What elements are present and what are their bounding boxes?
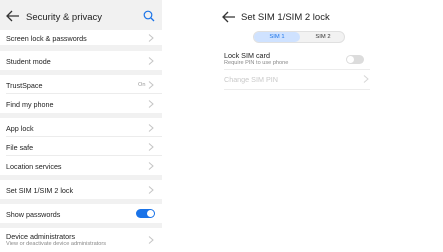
chevron-right-icon bbox=[148, 236, 154, 244]
settings-item-label: Device administrators bbox=[6, 232, 76, 241]
settings-item-device-administrators[interactable]: Device administrators View or deactivate… bbox=[0, 228, 162, 252]
chevron-right-icon bbox=[148, 162, 154, 170]
tab-sim-2[interactable]: SIM 2 bbox=[300, 32, 346, 42]
settings-item-label: File safe bbox=[6, 143, 34, 152]
change-sim-pin-item[interactable]: Change SIM PIN bbox=[224, 75, 278, 84]
chevron-right-icon bbox=[148, 143, 154, 151]
chevron-right-icon bbox=[148, 57, 154, 65]
settings-item-student-mode[interactable]: Student mode bbox=[0, 51, 162, 70]
settings-item-sim-lock[interactable]: Set SIM 1/SIM 2 lock bbox=[0, 180, 162, 199]
settings-item-location-services[interactable]: Location services bbox=[0, 156, 162, 175]
tab-sim-1[interactable]: SIM 1 bbox=[254, 32, 300, 42]
settings-item-label: TrustSpace bbox=[6, 81, 43, 90]
chevron-right-icon bbox=[148, 124, 154, 132]
settings-item-show-passwords: Show passwords bbox=[0, 204, 162, 223]
lock-sim-label: Lock SIM card bbox=[224, 51, 270, 60]
show-passwords-toggle[interactable] bbox=[136, 209, 155, 218]
chevron-right-icon bbox=[148, 34, 154, 42]
settings-item-find-my-phone[interactable]: Find my phone bbox=[0, 94, 162, 113]
lock-sim-toggle[interactable] bbox=[346, 55, 364, 64]
settings-item-sub: View or deactivate device administrators bbox=[6, 241, 107, 247]
settings-item-label: App lock bbox=[6, 124, 34, 133]
settings-item-label: Find my phone bbox=[6, 100, 54, 109]
back-arrow-icon[interactable] bbox=[222, 11, 236, 23]
settings-item-label: Show passwords bbox=[6, 210, 61, 219]
settings-item-trustspace[interactable]: TrustSpace On bbox=[0, 75, 162, 94]
trustspace-status: On bbox=[138, 82, 146, 88]
chevron-right-icon bbox=[148, 100, 154, 108]
settings-item-file-safe[interactable]: File safe bbox=[0, 137, 162, 156]
back-arrow-icon[interactable] bbox=[6, 10, 20, 22]
divider bbox=[224, 89, 370, 90]
settings-item-app-lock[interactable]: App lock bbox=[0, 118, 162, 137]
lock-sim-sub: Require PIN to use phone bbox=[224, 60, 289, 66]
search-icon[interactable] bbox=[143, 10, 155, 22]
left-header: Security & privacy bbox=[0, 0, 162, 30]
page-title: Security & privacy bbox=[26, 12, 103, 23]
page-title: Set SIM 1/SIM 2 lock bbox=[241, 12, 330, 23]
security-privacy-panel: Security & privacy Screen lock & passwor… bbox=[0, 0, 162, 252]
sim-lock-panel: Set SIM 1/SIM 2 lock SIM 1 SIM 2 Lock SI… bbox=[217, 0, 377, 252]
settings-item-label: Set SIM 1/SIM 2 lock bbox=[6, 186, 74, 195]
chevron-right-icon bbox=[363, 75, 369, 83]
settings-item-label: Student mode bbox=[6, 57, 51, 66]
sim-tab-selector: SIM 1 SIM 2 bbox=[253, 31, 345, 43]
chevron-right-icon bbox=[148, 186, 154, 194]
divider bbox=[224, 69, 370, 70]
settings-item-label: Location services bbox=[6, 162, 62, 171]
settings-item-screen-lock[interactable]: Screen lock & passwords bbox=[0, 30, 162, 45]
chevron-right-icon bbox=[148, 81, 154, 89]
settings-item-label: Screen lock & passwords bbox=[6, 34, 87, 43]
